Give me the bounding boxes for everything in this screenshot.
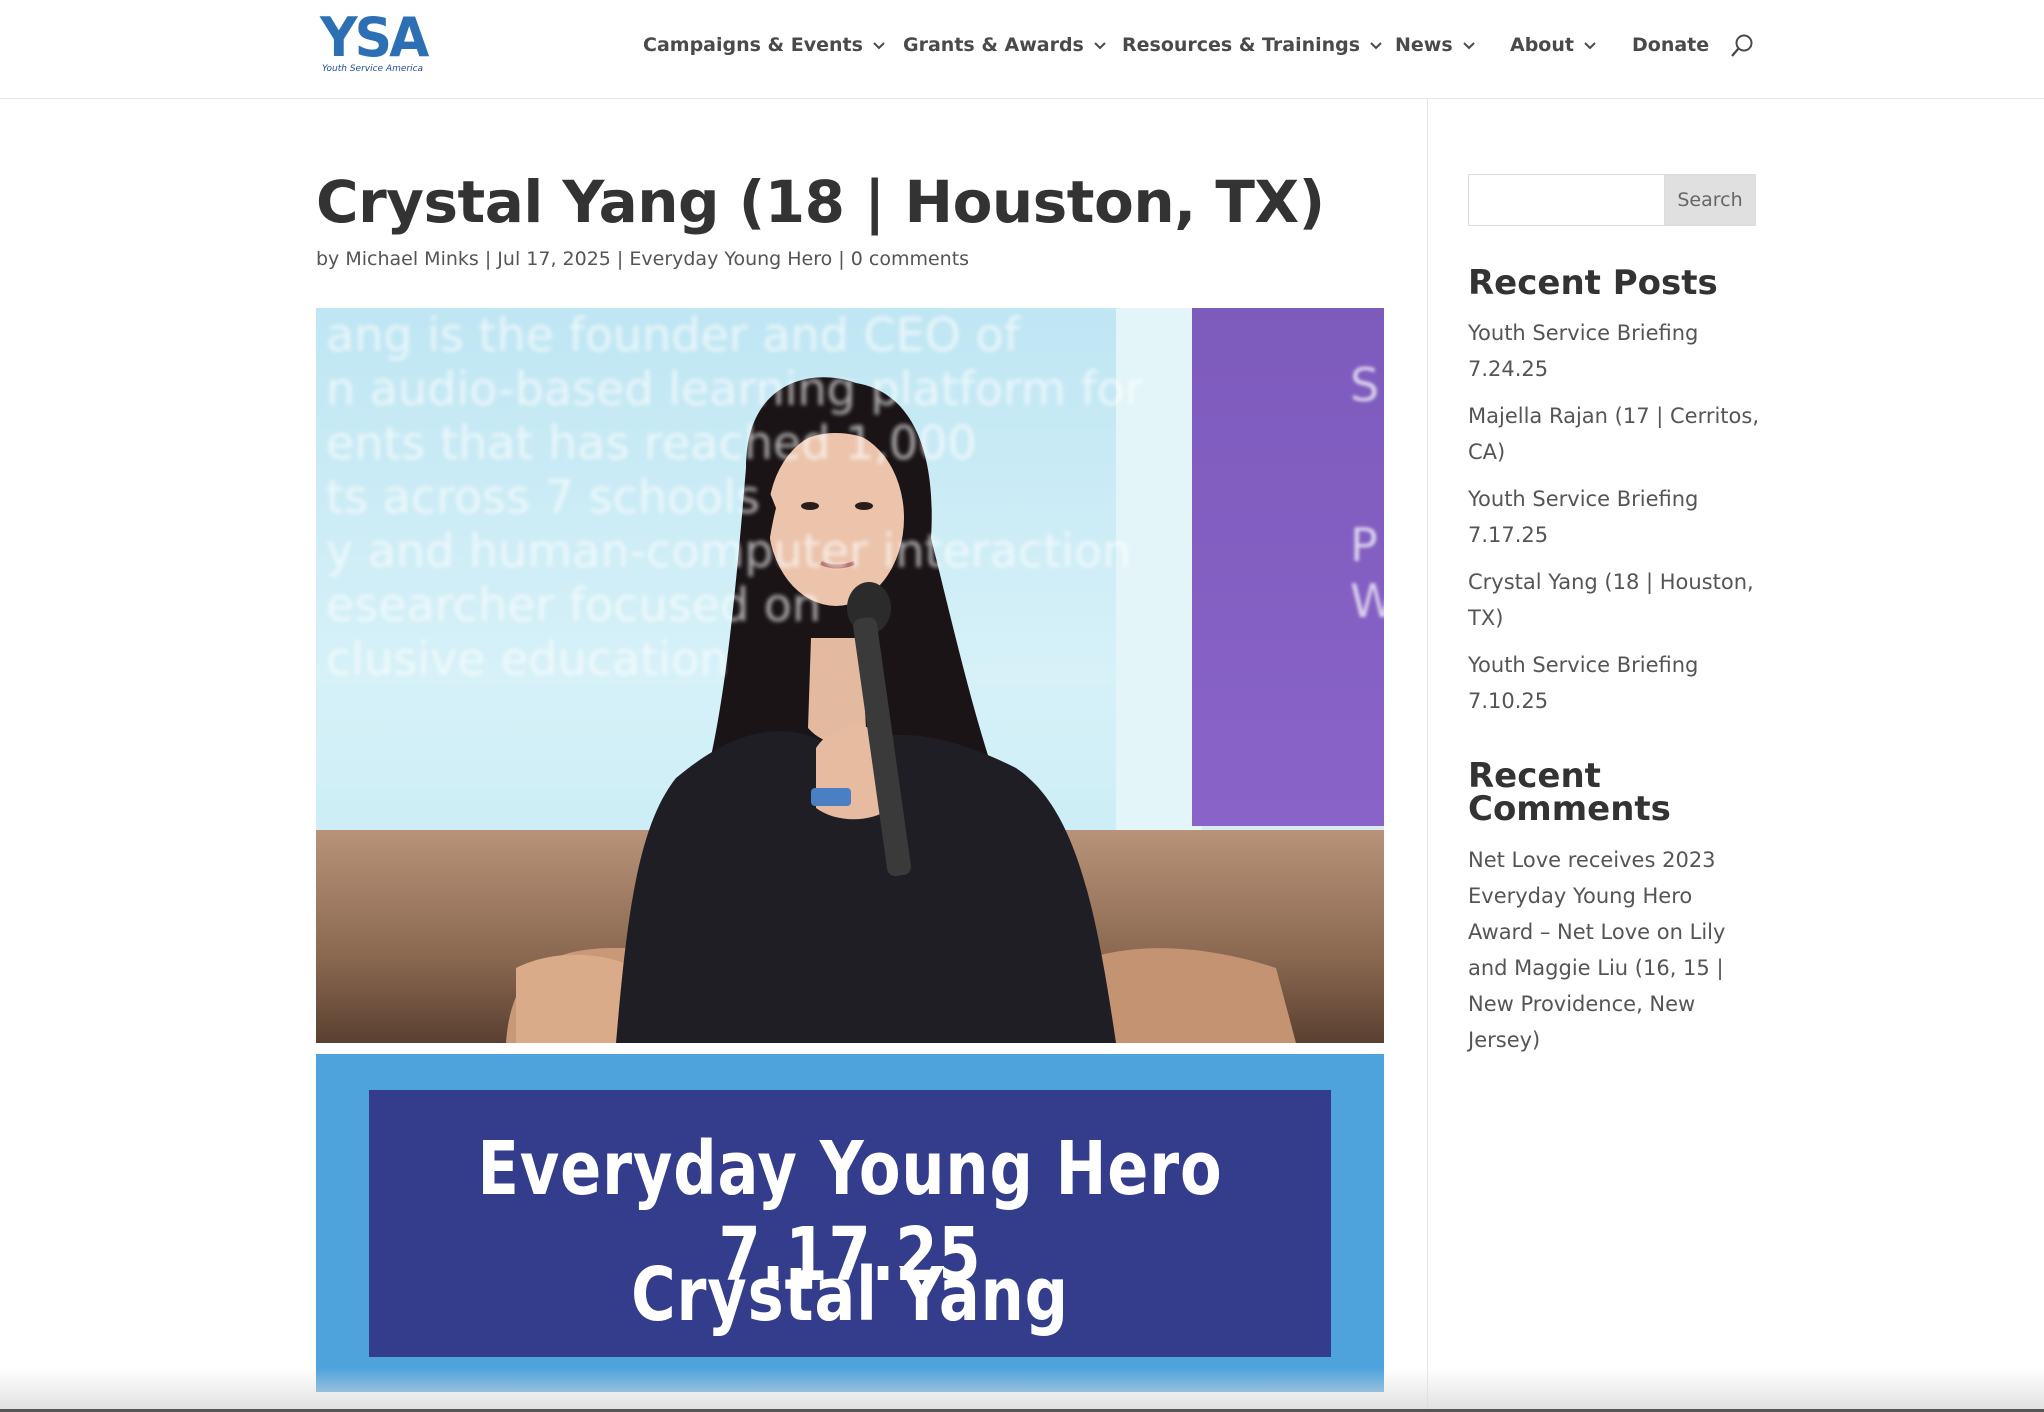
recent-post-link[interactable]: Majella Rajan (17 | Cerritos, CA) [1468,398,1768,470]
photo-background-text: y and human-computer interaction [326,524,1132,578]
photo-panel-text: S [1350,358,1380,412]
nav-campaigns-events[interactable]: Campaigns & Events [643,30,887,60]
chevron-down-icon [1462,42,1475,50]
banner-name: Crystal Yang [631,1252,1069,1338]
photo-background-text: n audio-based learning platform for [326,362,1144,416]
post-date: Jul 17, 2025 [497,248,611,270]
nav-label: Grants & Awards [903,34,1084,56]
post-meta: by Michael Minks | Jul 17, 2025 | Everyd… [316,248,969,270]
logo-mark: YSA [320,6,429,70]
meta-separator: | [484,248,492,270]
recent-comments-heading: Recent Comments [1468,756,1671,829]
nav-label: Resources & Trainings [1122,34,1361,56]
search-icon[interactable] [1730,33,1754,59]
chevron-down-icon [1094,42,1106,50]
recent-post-link[interactable]: Youth Service Briefing 7.17.25 [1468,481,1768,553]
recent-post-link[interactable]: Youth Service Briefing 7.10.25 [1468,647,1768,719]
recent-comment: Net Love receives 2023 Everyday Young He… [1468,842,1758,1058]
logo-tagline: Youth Service America [322,64,424,74]
site-header: YSA Youth Service America Campaigns & Ev… [0,0,2044,99]
nav-label: Campaigns & Events [643,34,863,56]
nav-news[interactable]: News [1395,30,1477,60]
hero-banner-inner: Everyday Young Hero 7.17.25 Crystal Yang [369,1090,1331,1357]
photo-panel-text: W [1350,574,1384,628]
chevron-down-icon [873,42,885,50]
comment-on: on [1656,920,1683,944]
recent-post-link[interactable]: Crystal Yang (18 | Houston, TX) [1468,564,1768,636]
sidebar-search-input[interactable] [1468,174,1664,226]
chevron-down-icon [1584,42,1596,50]
nav-label: News [1395,34,1453,56]
photo-panel-text: P [1350,518,1378,572]
bottom-shadow [0,1368,2044,1412]
comments-link[interactable]: 0 comments [851,248,969,270]
recent-posts-list: Youth Service Briefing 7.24.25 Majella R… [1468,315,1768,730]
photo-background-text: ang is the founder and CEO of [326,308,1020,362]
photo-background-text: ts across 7 schools [326,470,761,524]
meta-separator: | [616,248,624,270]
recent-posts-heading: Recent Posts [1468,263,1718,303]
featured-photo: ang is the founder and CEO of n audio-ba… [316,308,1384,1043]
category-link[interactable]: Everyday Young Hero [629,248,832,270]
sidebar-search-button[interactable]: Search [1664,174,1756,226]
nav-donate[interactable]: Donate [1632,30,1709,60]
ysa-logo[interactable]: YSA Youth Service America [320,6,429,76]
post-title: Crystal Yang (18 | Houston, TX) [316,168,1325,236]
nav-grants-awards[interactable]: Grants & Awards [903,30,1108,60]
recent-post-link[interactable]: Youth Service Briefing 7.24.25 [1468,315,1768,387]
photo-background-text: esearcher focused on [326,578,822,632]
nav-label: Donate [1632,34,1710,56]
nav-resources-trainings[interactable]: Resources & Trainings [1122,30,1384,60]
nav-label: About [1510,34,1574,56]
meta-separator: | [838,248,845,270]
chevron-down-icon [1370,42,1382,50]
author-link[interactable]: Michael Minks [345,248,478,270]
photo-background-text: clusive education [326,632,729,686]
sidebar-divider [1427,99,1428,1412]
photo-background-text: ents that has reached 1,000 [326,416,977,470]
meta-by: by [316,248,340,270]
hero-banner: Everyday Young Hero 7.17.25 Crystal Yang [316,1054,1384,1392]
nav-about[interactable]: About [1510,30,1598,60]
